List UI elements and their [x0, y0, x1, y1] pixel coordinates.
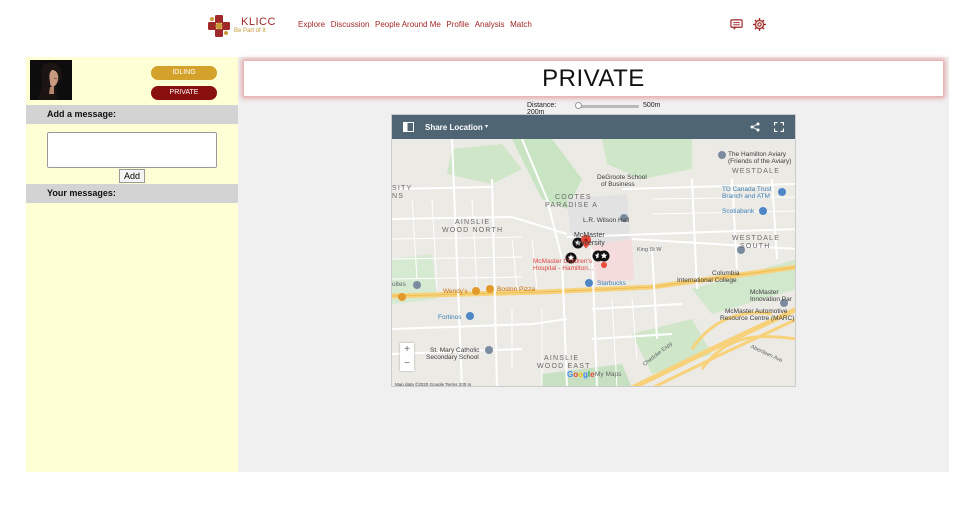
map-label-innovation: McMaster [750, 289, 779, 296]
nav-discussion[interactable]: Discussion [331, 20, 370, 29]
private-status-button[interactable]: PRIVATE [151, 86, 217, 100]
google-logo: Google [567, 370, 595, 379]
map-label-st-mary-2: Secondary School [426, 354, 479, 361]
map-label-childrens: McMaster Children's [533, 258, 593, 265]
map-label-wendys: Wendy's [443, 288, 468, 295]
nav-links: Explore Discussion People Around Me Prof… [298, 20, 537, 29]
map-label-scotiabank: Scotiabank [722, 208, 755, 215]
map-label-boston-pizza: Boston Pizza [497, 286, 535, 293]
idling-status-button[interactable]: IDLING [151, 66, 217, 80]
map-label-suites: uites [392, 281, 406, 288]
map-label-university: University [574, 240, 605, 247]
nav-match[interactable]: Match [510, 20, 532, 29]
add-message-button[interactable]: Add [119, 169, 145, 183]
avatar-portrait-icon [30, 60, 72, 100]
map-label-columbia-2: International College [677, 277, 737, 284]
map-label-auto-2: Resource Centre (MARC) [720, 315, 795, 322]
map-canvas[interactable]: The Hamilton Aviary (Friends of the Avia… [392, 138, 795, 386]
brand-name[interactable]: KLICC [241, 16, 276, 28]
distance-slider-handle[interactable] [575, 102, 582, 109]
map-label-innovation-2: Innovation Par [750, 296, 792, 303]
map-label-td: TD Canada Trust [722, 186, 772, 193]
map-label-st-mary: St. Mary Catholic [430, 347, 480, 354]
map-label-fortinos: Fortinos [438, 314, 462, 321]
zoom-in-button[interactable]: + [400, 343, 414, 357]
sidebar: IDLING PRIVATE Add a message: Add Your m… [26, 57, 238, 472]
map-label-ainslie-north-2: WOOD NORTH [442, 227, 504, 234]
map-label-westdale-south: WESTDALE [732, 235, 781, 242]
distance-max-label: 500m [643, 102, 661, 109]
map-label-mcmaster: McMaster [574, 232, 605, 239]
sidebar-toggle-icon[interactable] [403, 122, 414, 132]
map-label-aviary: The Hamilton Aviary [728, 151, 787, 158]
map-label-cootes: COOTES [555, 194, 592, 201]
brand-tagline: Be Part of It [234, 28, 266, 34]
avatar[interactable] [30, 60, 72, 100]
map-label-ainslie-east-2: WOOD EAST [537, 363, 591, 370]
map-label-king-st: King St W [637, 247, 662, 253]
share-icon[interactable] [750, 122, 760, 132]
distance-slider-track[interactable] [577, 105, 639, 108]
top-nav: KLICC Be Part of It Explore Discussion P… [0, 0, 974, 50]
gear-icon[interactable] [753, 18, 766, 31]
map-title: Share Location [425, 123, 483, 132]
chat-icon[interactable] [730, 18, 743, 31]
map-embed[interactable]: Share Location ▾ The Hamilton Aviary (Fr… [391, 114, 796, 387]
map-label-wilson-hall: L.R. Wilson Hall [583, 217, 630, 224]
map-label-childrens-2: Hospital - Hamilton... [533, 265, 594, 272]
nav-people-around-me[interactable]: People Around Me [375, 20, 441, 29]
nav-analysis[interactable]: Analysis [475, 20, 505, 29]
map-label-ainslie-north: AINSLIE [455, 219, 491, 226]
your-messages-heading: Your messages: [26, 184, 238, 203]
klicc-logo-icon[interactable] [206, 13, 232, 39]
map-label-degroote: DeGroote School [597, 174, 647, 181]
page-title: PRIVATE [243, 60, 944, 97]
my-maps-label: My Maps [595, 371, 622, 378]
map-label-degroote-2: of Business [601, 181, 635, 188]
map-label-city: SITY [392, 185, 413, 192]
nav-explore[interactable]: Explore [298, 20, 325, 29]
map-header: Share Location ▾ [392, 115, 795, 139]
map-label-westdale: WESTDALE [732, 168, 781, 175]
map-label-auto: McMaster Automotive [725, 308, 788, 315]
add-message-heading: Add a message: [26, 105, 238, 124]
fullscreen-icon[interactable] [774, 122, 784, 132]
map-attribution[interactable]: Map data ©2020 Google Terms 200 m [395, 382, 471, 386]
map-label-columbia: Columbia [712, 270, 740, 277]
map-label-td-2: Branch and ATM [722, 193, 770, 200]
map-label-ainslie-east: AINSLIE [544, 355, 580, 362]
map-label-westdale-south-2: SOUTH [740, 243, 771, 250]
message-input[interactable] [47, 132, 217, 168]
main-panel: PRIVATE Distance: 200m 500m Share Locati… [238, 57, 949, 472]
map-label-starbucks: Starbucks [597, 280, 626, 287]
nav-icons [730, 18, 766, 31]
nav-profile[interactable]: Profile [446, 20, 469, 29]
zoom-out-button[interactable]: − [400, 357, 414, 371]
map-label-ns: NS [392, 193, 405, 200]
map-title-caret-icon[interactable]: ▾ [485, 123, 488, 130]
map-label-paradise: PARADISE A [545, 202, 599, 209]
zoom-control: + − [400, 343, 414, 371]
map-label-aviary-2: (Friends of the Aviary) [728, 158, 792, 165]
